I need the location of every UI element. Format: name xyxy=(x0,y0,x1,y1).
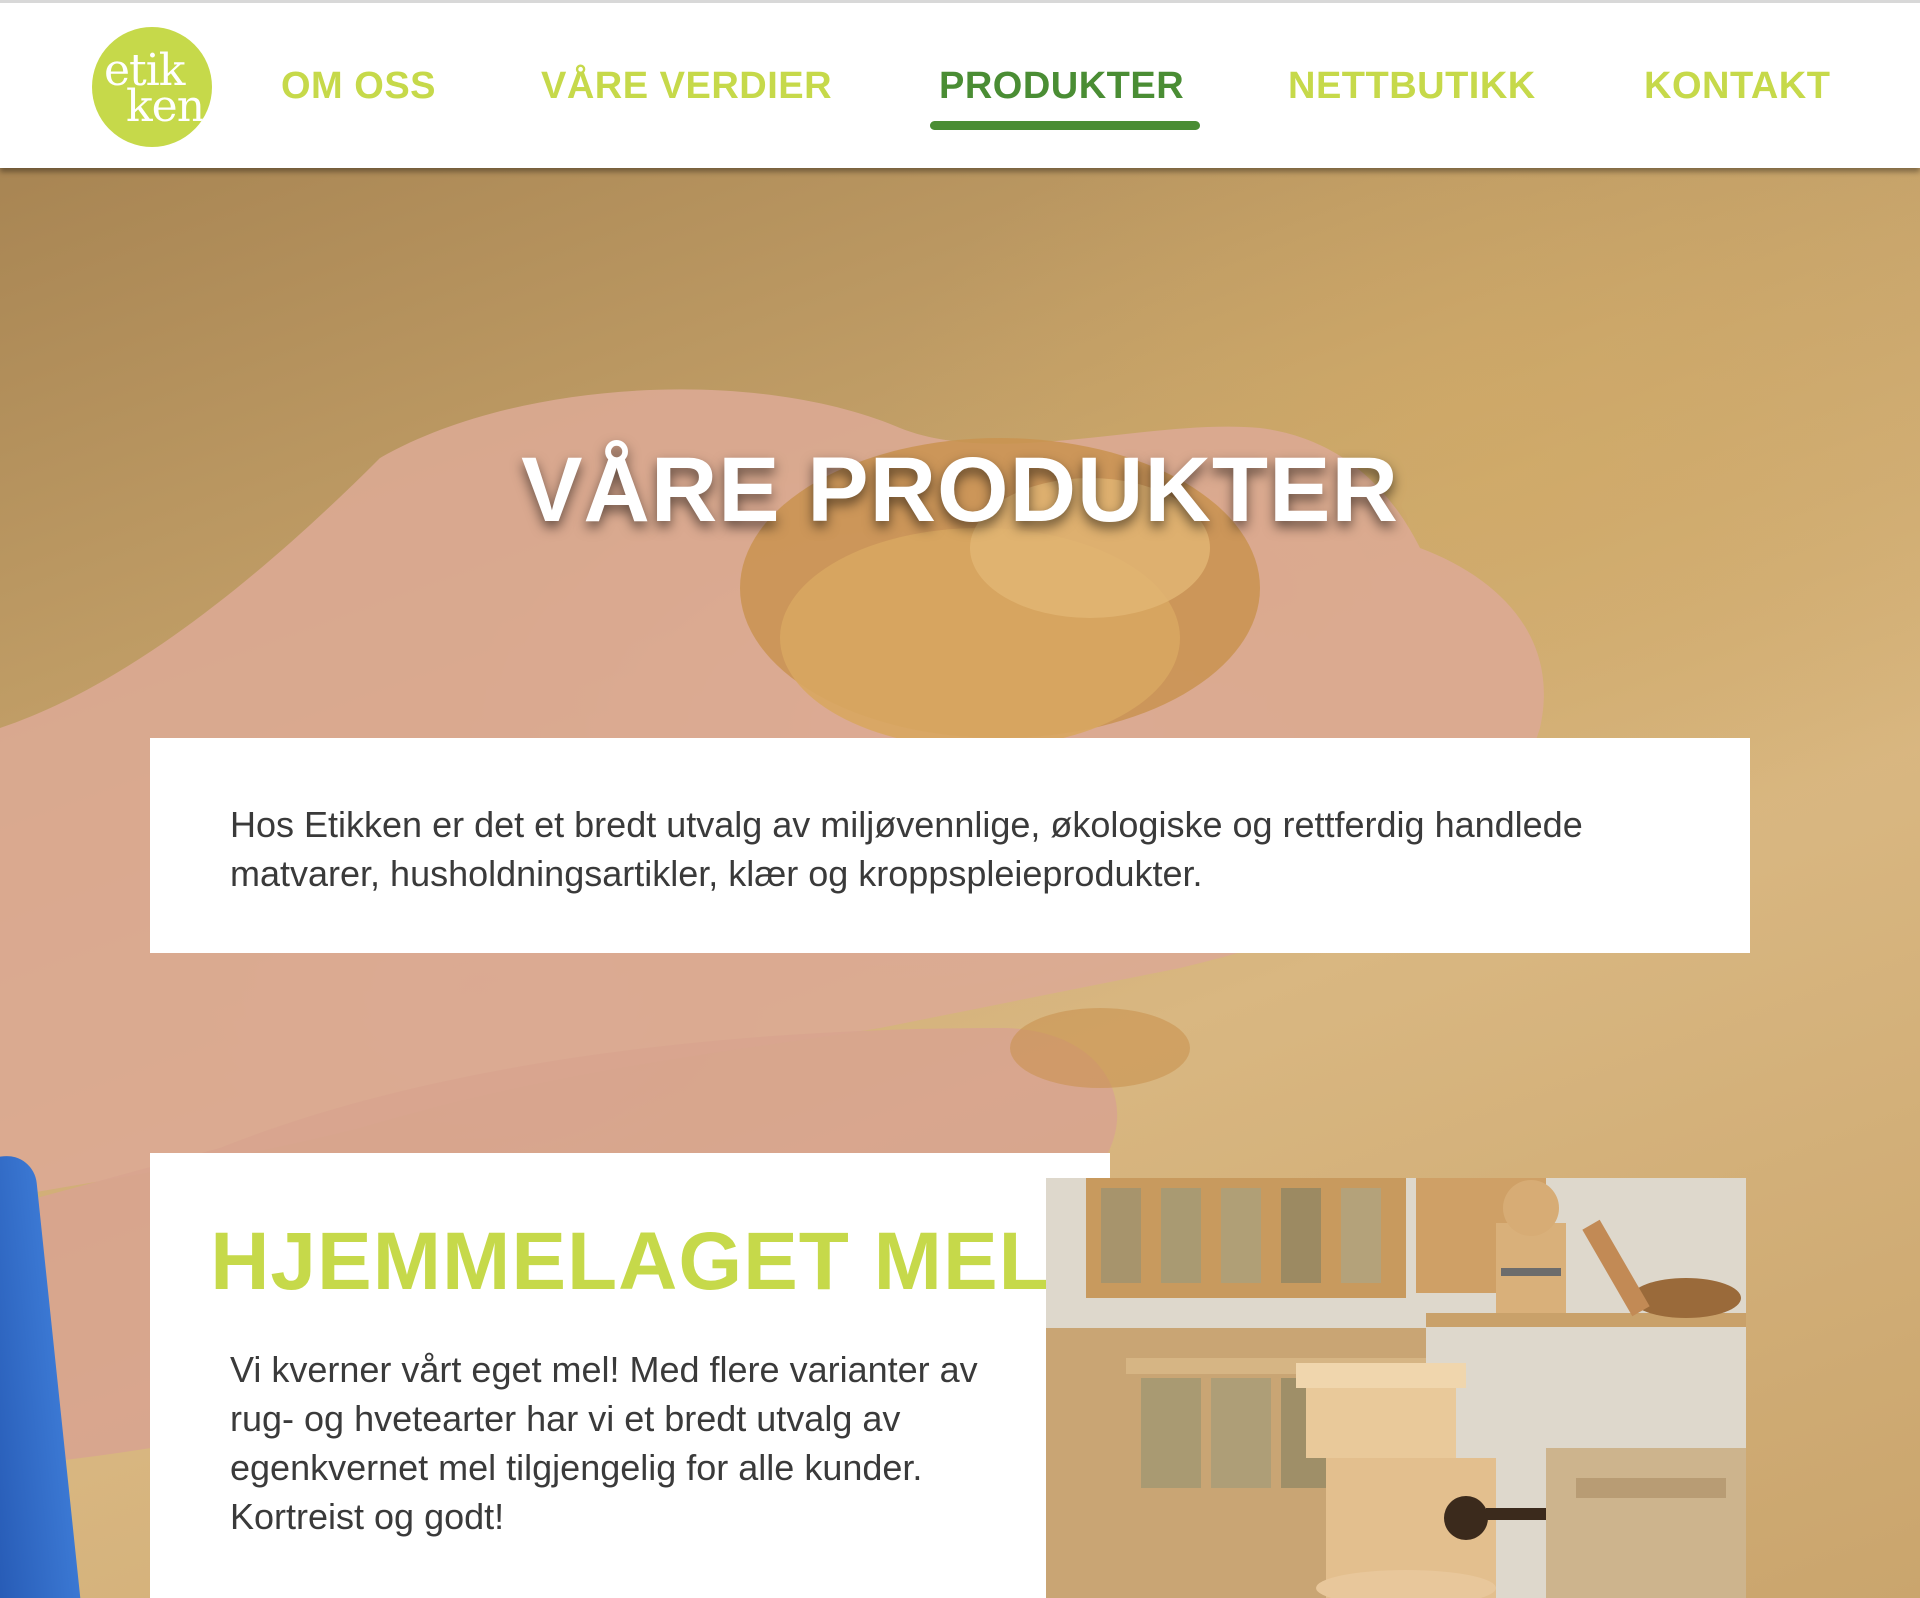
nav-item-om-oss[interactable]: OM OSS xyxy=(281,65,436,108)
nav-item-kontakt[interactable]: KONTAKT xyxy=(1644,65,1830,108)
flour-line: Kortreist og godt! xyxy=(230,1496,505,1537)
site-header: etik ken OM OSS VÅRE VERDIER PRODUKTER N… xyxy=(0,0,1920,168)
flour-card: HJEMMELAGET MEL Vi kverner vårt eget mel… xyxy=(150,1153,1110,1598)
flour-description: Vi kverner vårt eget mel! Med flere vari… xyxy=(230,1345,1090,1541)
flour-line: egenkvernet mel tilgjengelig for alle ku… xyxy=(230,1447,923,1488)
nav-item-vare-verdier[interactable]: VÅRE VERDIER xyxy=(541,65,832,108)
flour-mill-photo xyxy=(1046,1178,1746,1598)
flour-line: Vi kverner vårt eget mel! Med flere vari… xyxy=(230,1349,978,1390)
flour-line: rug- og hvetearter har vi et bredt utval… xyxy=(230,1398,901,1439)
main-nav: OM OSS VÅRE VERDIER PRODUKTER NETTBUTIKK… xyxy=(0,65,1920,115)
nav-item-produkter[interactable]: PRODUKTER xyxy=(939,65,1184,108)
flour-title: HJEMMELAGET MEL xyxy=(210,1216,1050,1307)
mill-illustration xyxy=(1046,1178,1746,1598)
active-nav-indicator xyxy=(930,121,1200,130)
intro-text: Hos Etikken er det et bredt utvalg av mi… xyxy=(230,804,1583,894)
intro-card: Hos Etikken er det et bredt utvalg av mi… xyxy=(150,738,1750,953)
page-title: VÅRE PRODUKTER xyxy=(521,439,1399,541)
nav-item-nettbutikk[interactable]: NETTBUTIKK xyxy=(1288,65,1536,108)
